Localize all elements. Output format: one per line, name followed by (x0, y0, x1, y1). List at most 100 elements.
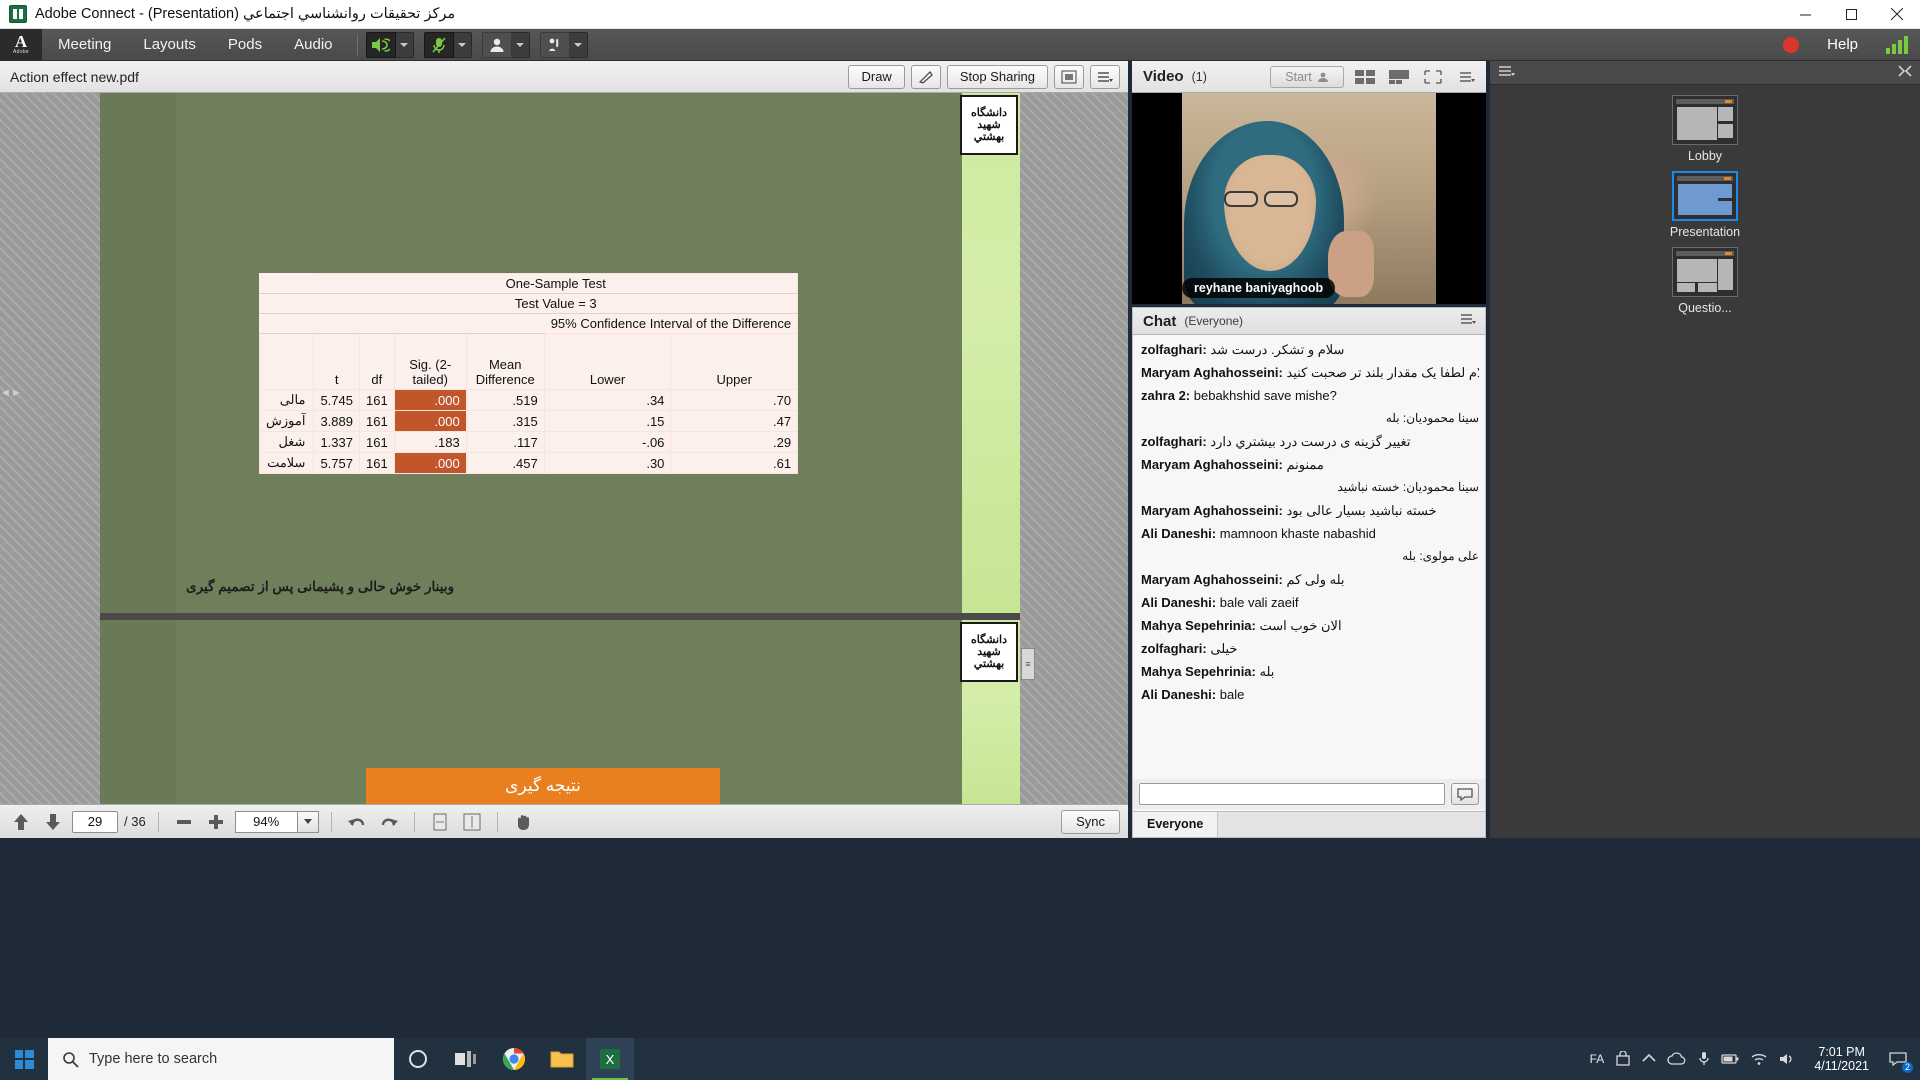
chat-message-sender: Ali Daneshi: (1141, 595, 1216, 610)
microphone-dropdown-icon[interactable] (454, 32, 472, 58)
page-down-icon[interactable] (40, 810, 66, 834)
stage-left-arrow-icon[interactable]: ◄► (0, 385, 14, 401)
taskbar-clock[interactable]: 7:01 PM 4/11/2021 (1808, 1045, 1875, 1073)
video-pod-options-icon[interactable] (1454, 66, 1480, 88)
chat-message-sender: Mahya Sepehrinia: (1141, 664, 1256, 679)
table-subtitle: Test Value = 3 (314, 294, 798, 314)
tray-microphone-icon[interactable] (1698, 1051, 1710, 1067)
start-button[interactable] (0, 1038, 48, 1080)
chat-send-icon[interactable] (1451, 783, 1479, 805)
page-total-label: / 36 (124, 814, 146, 829)
taskbar-cortana-icon[interactable] (394, 1038, 442, 1080)
recording-indicator-icon[interactable] (1783, 37, 1799, 53)
tray-expand-icon[interactable] (1642, 1053, 1656, 1065)
video-fullscreen-icon[interactable] (1420, 66, 1446, 88)
tray-wifi-icon[interactable] (1750, 1052, 1768, 1066)
layout-item-questions[interactable]: Questio... (1665, 247, 1745, 315)
row-label: سلامت (260, 453, 314, 474)
cell-lower: .34 (544, 390, 671, 411)
menu-audio[interactable]: Audio (278, 29, 348, 61)
video-feed[interactable]: reyhane baniyaghoob (1132, 93, 1486, 304)
chat-pod-options-icon[interactable] (1460, 312, 1476, 330)
raise-hand-icon[interactable] (540, 32, 570, 58)
column-header-mean-difference: Mean Difference (466, 334, 544, 390)
chat-pod-header: Chat (Everyone) (1133, 308, 1485, 335)
video-pod-title: Video (1143, 68, 1184, 85)
zoom-dropdown-icon[interactable] (297, 811, 319, 833)
zoom-in-icon[interactable] (203, 810, 229, 834)
tray-ime-icon[interactable] (1615, 1051, 1631, 1067)
cell-df: 161 (360, 453, 395, 474)
layout-item-presentation[interactable]: Presentation (1665, 171, 1745, 239)
pointer-icon[interactable] (911, 65, 941, 89)
video-filmstrip-layout-icon[interactable] (1386, 66, 1412, 88)
layout-item-lobby[interactable]: Lobby (1665, 95, 1745, 163)
video-grid-layout-icon[interactable] (1352, 66, 1378, 88)
layout-rail-menu-icon[interactable] (1498, 64, 1516, 82)
taskbar-file-explorer-icon[interactable] (538, 1038, 586, 1080)
redo-icon[interactable] (376, 810, 402, 834)
pod-options-menu-icon[interactable] (1090, 65, 1120, 89)
svg-text:X: X (606, 1052, 615, 1067)
taskbar-task-view-icon[interactable] (442, 1038, 490, 1080)
menu-layouts[interactable]: Layouts (127, 29, 212, 61)
close-icon[interactable] (1874, 0, 1920, 29)
maximize-icon[interactable] (1828, 0, 1874, 29)
fit-width-icon[interactable] (459, 810, 485, 834)
chat-message-list[interactable]: zolfaghari: سلام و تشکر. درست شد Maryam … (1133, 335, 1485, 783)
cell-lower: .15 (544, 411, 671, 432)
tray-language-indicator[interactable]: FA (1590, 1052, 1605, 1066)
draw-button[interactable]: Draw (848, 65, 904, 89)
slide-page-1: دانشگاه شهيد بهشتي One-Sample Test Test … (100, 93, 1020, 613)
chat-message-sender: Maryam Aghahosseini: (1141, 572, 1283, 587)
tray-battery-icon[interactable] (1721, 1052, 1739, 1066)
stop-sharing-button[interactable]: Stop Sharing (947, 65, 1048, 89)
stage-scroll-handle[interactable]: ≡ (1021, 648, 1035, 680)
university-logo-text-1: دانشگاه شهيد بهشتي (962, 107, 1016, 143)
layout-thumbnail-questions (1672, 247, 1738, 297)
speaker-dropdown-icon[interactable] (396, 32, 414, 58)
university-logo-1: دانشگاه شهيد بهشتي (960, 95, 1018, 155)
docbar-divider-2 (331, 812, 332, 832)
chat-message: Ali Daneshi: mamnoon khaste nabashid (1141, 526, 1479, 541)
chat-message: zolfaghari: سلام و تشکر. درست شد (1141, 342, 1479, 357)
chat-message-text: سلام و تشکر. درست شد (1210, 342, 1344, 357)
undo-icon[interactable] (344, 810, 370, 834)
minimize-icon[interactable] (1782, 0, 1828, 29)
webcam-person-icon[interactable] (482, 32, 512, 58)
speaker-icon[interactable] (366, 32, 396, 58)
microphone-muted-icon[interactable] (424, 32, 454, 58)
menu-help[interactable]: Help (1815, 36, 1870, 53)
chat-message-text: bale (1220, 687, 1245, 702)
page-number-input[interactable]: 29 (72, 811, 118, 833)
menu-meeting[interactable]: Meeting (42, 29, 127, 61)
share-pod-header: Action effect new.pdf Draw Stop Sharing (0, 61, 1128, 93)
windows-logo-icon (15, 1050, 34, 1069)
sync-button[interactable]: Sync (1061, 810, 1120, 834)
page-up-icon[interactable] (8, 810, 34, 834)
taskbar-chrome-icon[interactable] (490, 1038, 538, 1080)
zoom-out-icon[interactable] (171, 810, 197, 834)
taskbar-search[interactable]: Type here to search (48, 1038, 394, 1080)
taskbar-excel-icon[interactable]: X (586, 1038, 634, 1080)
chat-message-sender: Maryam Aghahosseini: (1141, 457, 1283, 472)
table-corner-cell (260, 274, 314, 294)
fullscreen-icon[interactable] (1054, 65, 1084, 89)
tray-onedrive-icon[interactable] (1667, 1052, 1687, 1066)
chat-tab-everyone[interactable]: Everyone (1133, 812, 1218, 837)
menu-pods[interactable]: Pods (212, 29, 278, 61)
fit-page-icon[interactable] (427, 810, 453, 834)
chat-input[interactable] (1139, 783, 1445, 805)
document-stage[interactable]: ◄► دانشگاه شهيد بهشتي One-Sample Test Te… (0, 93, 1128, 804)
pan-hand-icon[interactable] (510, 810, 536, 834)
webcam-dropdown-icon[interactable] (512, 32, 530, 58)
layout-rail-collapse-icon[interactable] (1898, 64, 1912, 82)
table-row: سلامت 5.757 161 .000 .457 .30 .61 (260, 453, 798, 474)
notification-center-icon[interactable]: 2 (1886, 1047, 1910, 1071)
start-webcam-button[interactable]: Start (1270, 66, 1344, 88)
raise-hand-dropdown-icon[interactable] (570, 32, 588, 58)
tray-volume-icon[interactable] (1779, 1052, 1797, 1066)
zoom-level-input[interactable]: 94% (235, 811, 297, 833)
chat-message-sender: zolfaghari: (1141, 342, 1207, 357)
document-control-bar: 29 / 36 94% Sy (0, 804, 1128, 838)
